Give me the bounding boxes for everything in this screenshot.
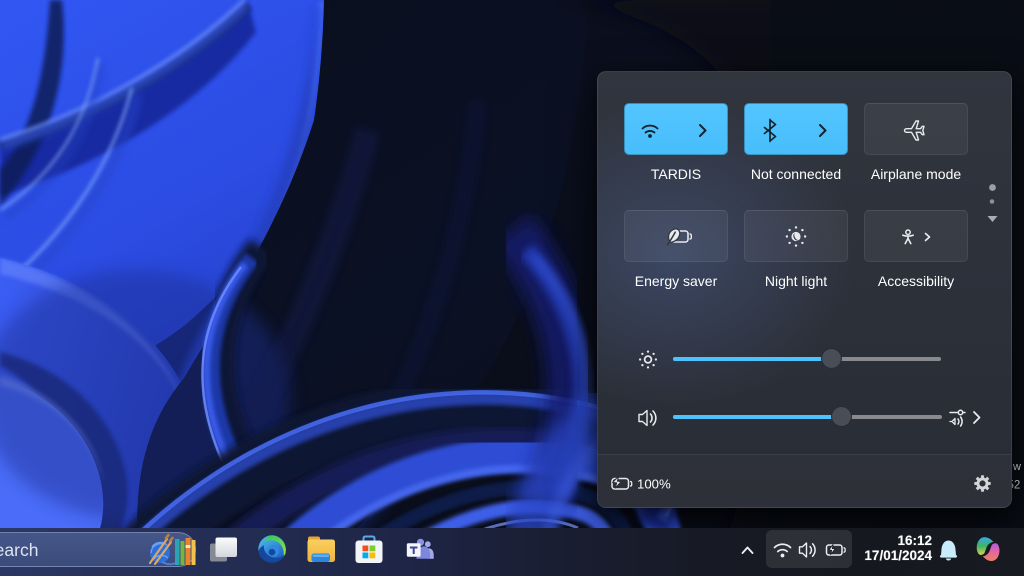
- svg-text:100%: 100%: [637, 477, 671, 492]
- svg-text:w: w: [1012, 461, 1021, 473]
